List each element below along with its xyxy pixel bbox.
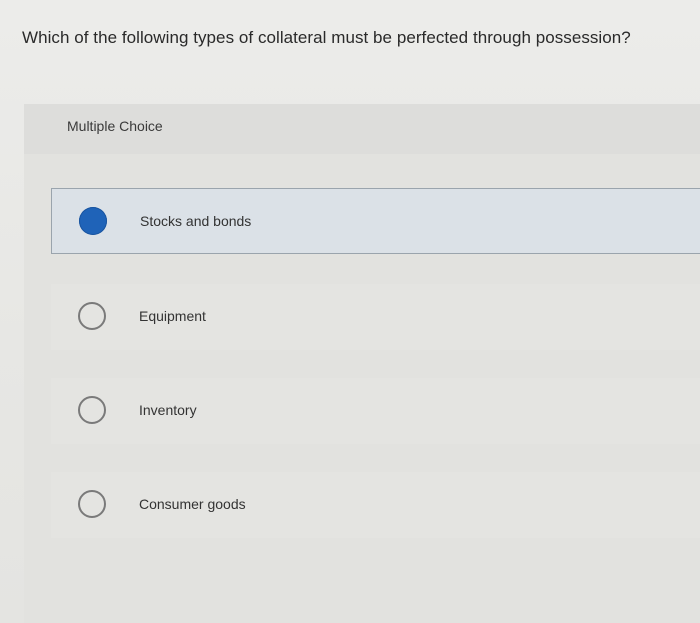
choice-label: Stocks and bonds: [140, 213, 252, 229]
choice-label: Inventory: [139, 402, 197, 418]
radio-unselected-icon[interactable]: [78, 490, 106, 518]
choice-consumer-goods[interactable]: Consumer goods: [51, 472, 700, 538]
choice-equipment[interactable]: Equipment: [51, 284, 700, 350]
question-text: Which of the following types of collater…: [22, 28, 631, 47]
question-page: Which of the following types of collater…: [0, 0, 700, 623]
choice-stocks-and-bonds[interactable]: Stocks and bonds: [51, 188, 700, 254]
choice-inventory[interactable]: Inventory: [51, 378, 700, 444]
choice-label: Consumer goods: [139, 496, 246, 512]
radio-selected-icon[interactable]: [79, 207, 107, 235]
card-header: Multiple Choice: [24, 104, 700, 154]
radio-unselected-icon[interactable]: [78, 396, 106, 424]
multiple-choice-card: Multiple Choice Stocks and bonds Equipme…: [24, 104, 700, 623]
choice-label: Equipment: [139, 308, 206, 324]
radio-unselected-icon[interactable]: [78, 302, 106, 330]
question-type-label: Multiple Choice: [67, 118, 163, 134]
